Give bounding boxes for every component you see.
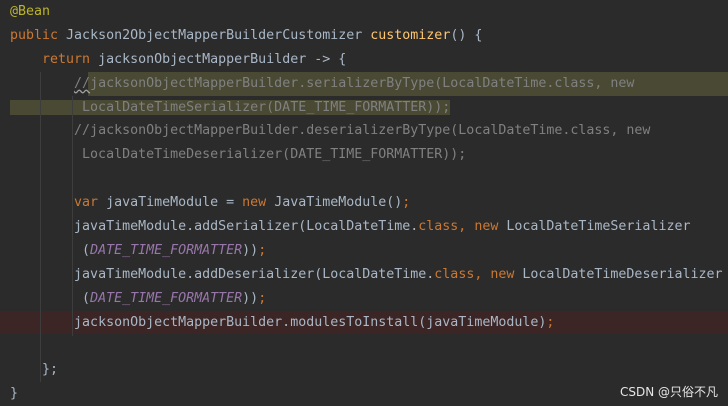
- code-token: javaTimeModule =: [106, 195, 243, 211]
- code-token: jacksonObjectMapperBuilder.modulesToInst…: [74, 314, 547, 330]
- code-line[interactable]: @Bean: [0, 0, 728, 24]
- code-token: ;: [258, 290, 267, 306]
- code-token: customizer: [370, 27, 451, 43]
- code-line[interactable]: return jacksonObjectMapperBuilder -> {: [0, 48, 728, 72]
- code-line[interactable]: javaTimeModule.addDeserializer(LocalDate…: [0, 263, 728, 287]
- code-line[interactable]: (DATE_TIME_FORMATTER));: [0, 287, 728, 311]
- code-token: class, new: [434, 266, 523, 282]
- code-token: };: [10, 362, 59, 378]
- code-token: LocalDateTimeDeserializer(DATE_TIME_FORM…: [10, 147, 467, 163]
- code-line[interactable]: //jacksonObjectMapperBuilder.serializerB…: [0, 71, 728, 96]
- code-token: javaTimeModule.addSerializer(LocalDateTi…: [74, 219, 419, 235]
- code-token: JavaTimeModule(): [274, 195, 403, 211]
- code-line[interactable]: }: [0, 382, 728, 406]
- indent-guide: [40, 72, 41, 382]
- code-token: new: [242, 195, 275, 211]
- code-token: ;: [546, 314, 555, 330]
- code-token: return: [42, 51, 99, 67]
- code-line[interactable]: (DATE_TIME_FORMATTER));: [0, 239, 728, 263]
- code-line[interactable]: jacksonObjectMapperBuilder.modulesToInst…: [0, 310, 728, 335]
- code-token: LocalDateTimeSerializer(DATE_TIME_FORMAT…: [10, 99, 451, 115]
- code-line[interactable]: };: [0, 358, 728, 382]
- code-line[interactable]: [0, 334, 728, 358]
- code-line[interactable]: LocalDateTimeDeserializer(DATE_TIME_FORM…: [0, 143, 728, 167]
- code-line[interactable]: //jacksonObjectMapperBuilder.deserialize…: [0, 119, 728, 143]
- code-token: javaTimeModule.addDeserializer(LocalDate…: [74, 266, 435, 282]
- code-token: }: [10, 386, 19, 402]
- code-token: )): [242, 242, 259, 258]
- code-token: var: [74, 195, 107, 211]
- code-token: jacksonObjectMapperBuilder.serializerByT…: [90, 75, 635, 91]
- code-line[interactable]: var javaTimeModule = new JavaTimeModule(…: [0, 191, 728, 215]
- code-token: jacksonObjectMapperBuilder -> {: [98, 51, 347, 67]
- code-line[interactable]: public Jackson2ObjectMapperBuilderCustom…: [0, 24, 728, 48]
- code-editor[interactable]: @Bean public Jackson2ObjectMapperBuilderC…: [0, 0, 728, 406]
- code-token: class, new: [418, 219, 507, 235]
- code-token: (: [10, 290, 91, 306]
- code-line[interactable]: [0, 167, 728, 191]
- code-line[interactable]: LocalDateTimeSerializer(DATE_TIME_FORMAT…: [0, 96, 728, 120]
- code-token: (: [10, 242, 91, 258]
- code-token: ;: [258, 242, 267, 258]
- code-token: () {: [450, 27, 483, 43]
- code-token: )): [242, 290, 259, 306]
- code-token: LocalDateTimeSerializer: [506, 219, 691, 235]
- code-token: Jackson2ObjectMapperBuilderCustomizer: [66, 27, 371, 43]
- code-token: //: [74, 75, 91, 91]
- code-token: LocalDateTimeDeserializer: [522, 266, 723, 282]
- code-line[interactable]: javaTimeModule.addSerializer(LocalDateTi…: [0, 215, 728, 239]
- code-token: //jacksonObjectMapperBuilder.deserialize…: [74, 123, 651, 139]
- indent-guide: [72, 96, 73, 336]
- code-token: DATE_TIME_FORMATTER: [90, 290, 243, 306]
- code-token: public: [10, 27, 67, 43]
- watermark: CSDN @只俗不凡: [619, 385, 718, 399]
- code-token: DATE_TIME_FORMATTER: [90, 242, 243, 258]
- code-token: @Bean: [10, 4, 51, 19]
- code-token: ;: [402, 195, 411, 211]
